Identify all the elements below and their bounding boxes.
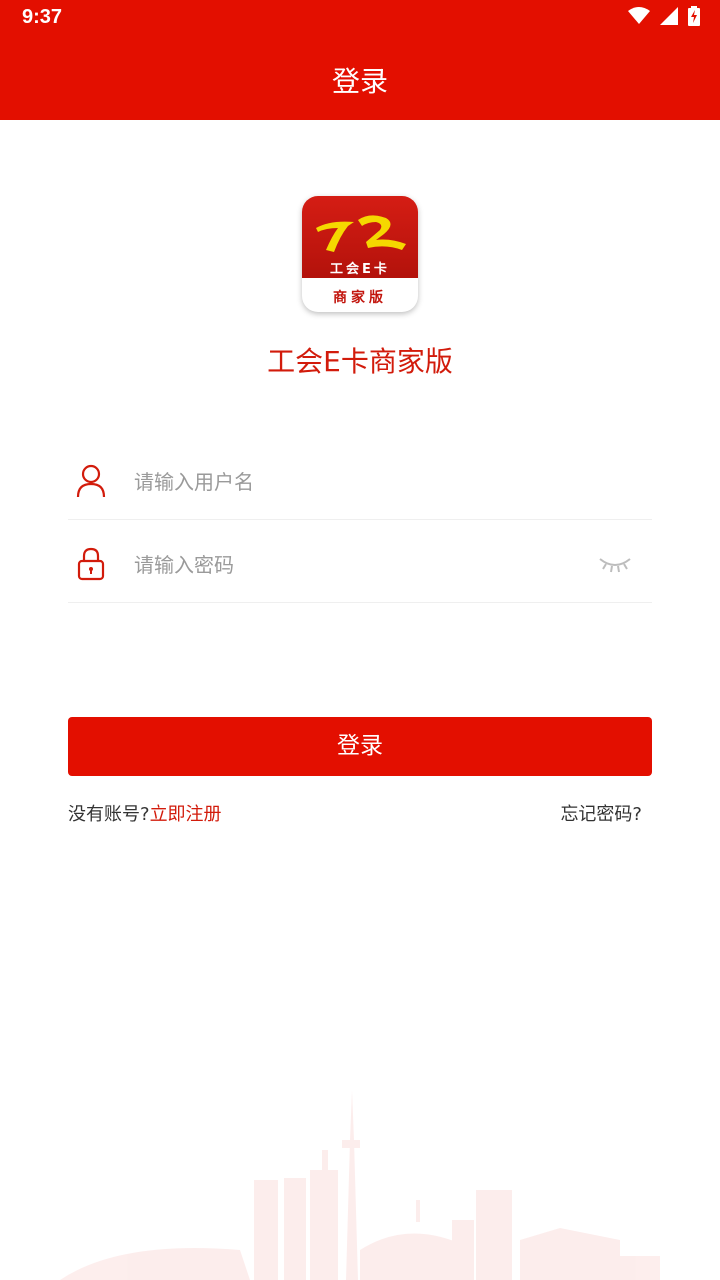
- password-input[interactable]: [134, 545, 574, 585]
- login-button[interactable]: 登录: [68, 717, 652, 776]
- user-icon: [76, 464, 106, 498]
- eye-closed-icon[interactable]: [598, 553, 632, 575]
- status-bar: 9:37: [0, 0, 720, 36]
- logo-bottom-text: 商家版: [333, 290, 387, 306]
- account-links: 没有账号?立即注册 忘记密码?: [68, 800, 652, 828]
- app-name: 工会E卡商家版: [267, 345, 453, 378]
- wifi-icon: [628, 7, 650, 24]
- page-title: 登录: [331, 65, 388, 98]
- forgot-password-link[interactable]: 忘记密码?: [560, 800, 642, 826]
- no-account-text: 没有账号?: [68, 804, 150, 825]
- no-account-prompt: 没有账号?立即注册: [68, 800, 222, 826]
- app-logo: 工会E卡 商家版: [302, 196, 418, 312]
- battery-charging-icon: [688, 6, 700, 26]
- logo-top-text: 工会E卡: [330, 262, 390, 277]
- status-icons: [628, 6, 700, 26]
- username-input[interactable]: [134, 462, 574, 502]
- lock-icon: [77, 547, 105, 581]
- title-bar: 登录: [0, 36, 720, 120]
- status-time: 9:37: [22, 6, 63, 28]
- password-field: [68, 527, 652, 603]
- username-field: [68, 444, 652, 520]
- register-link[interactable]: 立即注册: [150, 804, 222, 825]
- logo-mark-icon: [316, 215, 406, 252]
- city-skyline-illustration: [60, 1090, 660, 1280]
- signal-icon: [660, 7, 678, 25]
